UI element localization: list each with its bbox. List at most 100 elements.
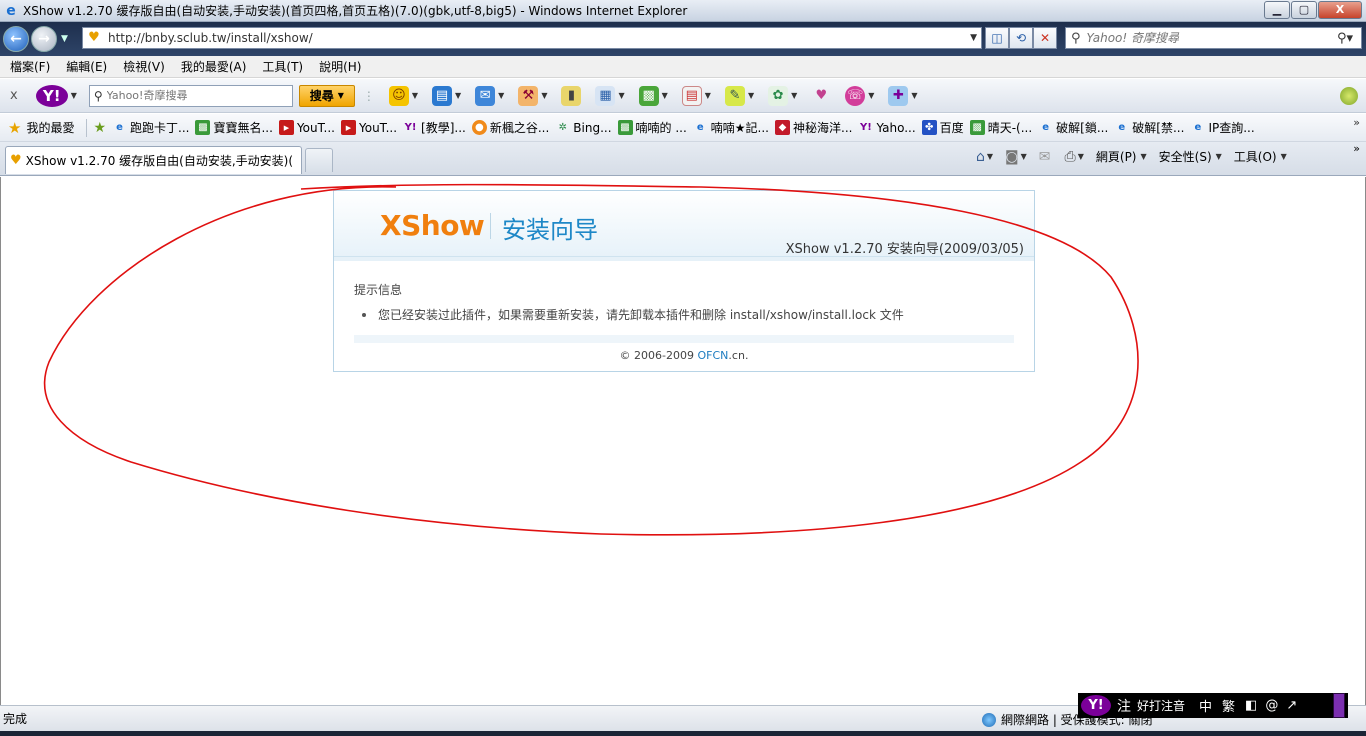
menu-view[interactable]: 檢視(V) — [117, 58, 171, 75]
back-button[interactable]: ← — [3, 26, 29, 52]
ime-mode-name[interactable]: 好打注音 — [1137, 697, 1185, 714]
refresh-button[interactable]: ⟲ — [1009, 27, 1033, 49]
yahoo-icon: Y! — [860, 122, 872, 133]
chevron-down-icon[interactable]: ▼ — [455, 91, 461, 100]
favorite-link[interactable]: ✤ 百度 — [921, 119, 964, 136]
favorite-link[interactable]: e 破解[鎖... — [1038, 119, 1108, 136]
add-favorite-icon[interactable]: ★ — [93, 120, 106, 136]
pencil-icon[interactable]: ✎ — [724, 85, 745, 106]
history-dropdown-icon[interactable]: ▼ — [61, 34, 68, 44]
chat-icon[interactable]: ☏ — [845, 85, 866, 106]
favorite-link[interactable]: ◆ 神秘海洋... — [775, 119, 852, 136]
chevron-down-icon[interactable]: ▼ — [748, 91, 754, 100]
forward-button[interactable]: → — [31, 26, 57, 52]
favorite-link[interactable]: e 喃喃★記... — [693, 119, 769, 136]
favorite-link[interactable]: Y! Yaho... — [858, 120, 916, 135]
minimize-button[interactable]: ▁ — [1264, 1, 1290, 19]
yahoo-menu-dropdown-icon[interactable]: ▼ — [71, 91, 77, 100]
yahoo-ime-logo-icon[interactable]: Y! — [1081, 695, 1111, 716]
favorite-link[interactable]: ● 新楓之谷... — [471, 119, 549, 136]
compatibility-view-button[interactable]: ◫ — [985, 27, 1009, 49]
calendar-icon[interactable]: ▤ — [681, 85, 702, 106]
chevron-down-icon[interactable]: ▼ — [1216, 152, 1222, 161]
safety-menu[interactable]: 安全性(S) — [1159, 148, 1212, 165]
read-mail-icon[interactable]: ✉ — [1039, 149, 1051, 165]
url-dropdown-icon[interactable]: ▼ — [970, 33, 977, 43]
yahoo-search-button[interactable]: 搜尋 ▼ — [298, 84, 355, 107]
ie-page-icon: e — [1042, 122, 1050, 133]
maximize-button[interactable]: ▢ — [1291, 1, 1317, 19]
search-go-icon[interactable]: ⚲▾ — [1337, 31, 1353, 46]
smiley-icon[interactable]: ☺ — [388, 85, 409, 106]
command-overflow-icon[interactable]: » — [1353, 142, 1360, 155]
ime-tool-icon[interactable]: ↗ — [1286, 698, 1297, 713]
favorite-link[interactable]: ▶ YouT... — [340, 120, 397, 135]
chevron-down-icon[interactable]: ▼ — [911, 91, 917, 100]
puzzle-icon[interactable]: ✚ — [888, 85, 909, 106]
chevron-down-icon[interactable]: ▼ — [987, 152, 993, 161]
favorite-link[interactable]: ▩ 寶寶無名... — [195, 119, 273, 136]
menu-favorites[interactable]: 我的最愛(A) — [175, 58, 253, 75]
layout-icon[interactable]: ▦ — [595, 85, 616, 106]
chevron-down-icon[interactable]: ▼ — [1141, 152, 1147, 161]
print-icon[interactable]: ⎙ — [1065, 149, 1076, 165]
favorite-link[interactable]: ✲ Bing... — [555, 120, 612, 135]
news-icon[interactable]: ▤ — [432, 85, 453, 106]
ime-handle[interactable] — [1333, 693, 1345, 718]
search-box[interactable]: ⚲ ⚲▾ — [1065, 27, 1362, 49]
favorite-link[interactable]: e 破解[禁... — [1114, 119, 1184, 136]
chevron-down-icon[interactable]: ▼ — [1021, 152, 1027, 161]
ime-symbol-icon[interactable]: @ — [1265, 698, 1278, 713]
menu-edit[interactable]: 編輯(E) — [60, 58, 113, 75]
favorite-link[interactable]: ▶ YouT... — [278, 120, 335, 135]
page-menu[interactable]: 網頁(P) — [1096, 148, 1137, 165]
yahoo-search-input[interactable] — [106, 89, 287, 102]
blog-icon[interactable]: ▩ — [638, 85, 659, 106]
ime-zhuyin[interactable]: 注 — [1117, 696, 1131, 716]
yahoo-logo-icon[interactable]: Y! — [35, 84, 68, 107]
close-button[interactable]: X — [1318, 1, 1362, 19]
plant-icon[interactable]: ✿ — [768, 85, 789, 106]
chevron-down-icon[interactable]: ▼ — [618, 91, 624, 100]
menu-tools[interactable]: 工具(T) — [256, 58, 309, 75]
toolbar-settings-icon[interactable] — [1340, 87, 1358, 105]
chevron-down-icon[interactable]: ▼ — [662, 91, 668, 100]
chevron-down-icon[interactable]: ▼ — [541, 91, 547, 100]
url-field[interactable]: ♥ http://bnby.sclub.tw/install/xshow/ ▼ — [82, 27, 982, 49]
new-tab-button[interactable] — [305, 148, 333, 172]
auction-icon[interactable]: ⚒ — [518, 85, 539, 106]
home-icon[interactable]: ⌂ — [976, 149, 985, 165]
favorite-link[interactable]: ▩ 喃喃的 ... — [617, 119, 687, 136]
favorites-star-icon[interactable]: ★ — [8, 119, 21, 137]
ime-chinese-toggle[interactable]: 中 — [1199, 696, 1212, 715]
url-text[interactable]: http://bnby.sclub.tw/install/xshow/ — [108, 31, 313, 45]
menu-file[interactable]: 檔案(F) — [4, 58, 56, 75]
toolbar-close-button[interactable]: x — [10, 88, 18, 103]
chevron-down-icon[interactable]: ▼ — [705, 91, 711, 100]
ime-halfwidth-icon[interactable]: ◧ — [1245, 698, 1257, 713]
ime-traditional-toggle[interactable]: 繁 — [1222, 696, 1235, 715]
stop-button[interactable]: ✕ — [1033, 27, 1057, 49]
chevron-down-icon[interactable]: ▼ — [1078, 152, 1084, 161]
mail-icon[interactable]: ✉ — [475, 85, 496, 106]
book-icon[interactable]: ▮ — [561, 85, 582, 106]
rss-feed-icon[interactable]: ◙ — [1005, 149, 1019, 165]
chevron-down-icon[interactable]: ▼ — [791, 91, 797, 100]
chevron-down-icon[interactable]: ▼ — [1281, 152, 1287, 161]
chevron-down-icon[interactable]: ▼ — [498, 91, 504, 100]
tools-menu[interactable]: 工具(O) — [1234, 148, 1277, 165]
chevron-down-icon[interactable]: ▼ — [868, 91, 874, 100]
heart-icon[interactable]: ♥ — [811, 86, 831, 106]
toolbar-divider[interactable]: ⋮ — [363, 89, 375, 103]
favorite-link[interactable]: ▩ 晴天-(... — [969, 119, 1032, 136]
menu-help[interactable]: 說明(H) — [313, 58, 367, 75]
favorite-link[interactable]: e 跑跑卡丁... — [112, 119, 189, 136]
search-input[interactable] — [1086, 31, 1327, 45]
chevron-down-icon[interactable]: ▼ — [412, 91, 418, 100]
favorite-link[interactable]: e IP查詢... — [1190, 119, 1255, 136]
favorite-link[interactable]: Y! [教學]... — [403, 119, 466, 136]
favorites-overflow-icon[interactable]: » — [1353, 116, 1360, 129]
favorites-button[interactable]: 我的最愛 — [26, 119, 74, 136]
yahoo-search-box[interactable]: ⚲ — [88, 84, 293, 107]
tab-xshow-install[interactable]: ♥ XShow v1.2.70 缓存版自由(自动安装,手动安装)(... — [5, 146, 302, 174]
